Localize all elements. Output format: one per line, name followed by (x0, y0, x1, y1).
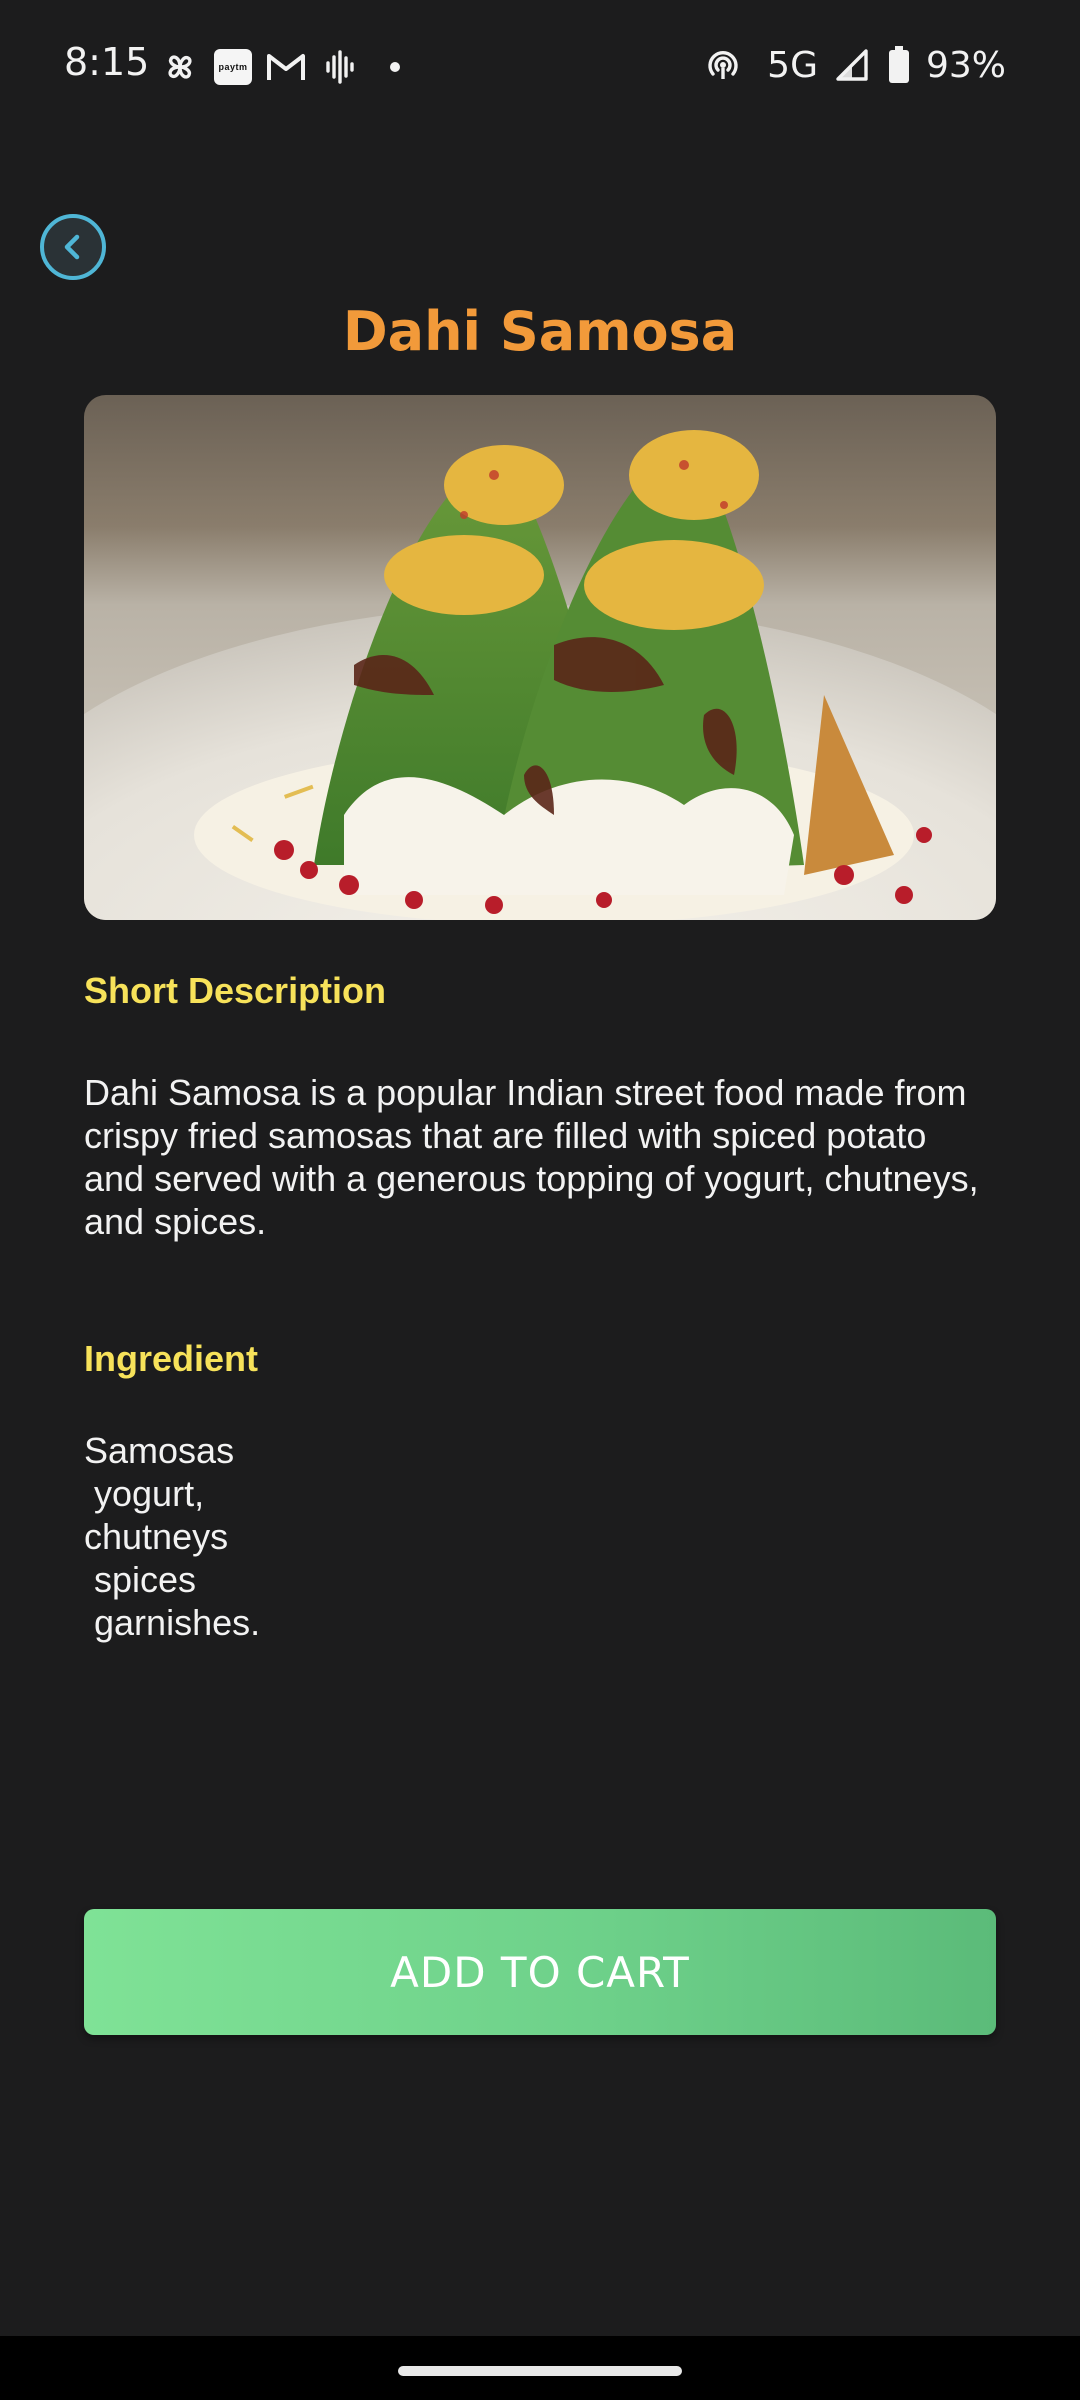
notification-icons: paytm (160, 44, 400, 90)
gmail-icon (266, 47, 306, 87)
back-button[interactable] (40, 214, 106, 280)
audio-wave-icon (320, 47, 360, 87)
food-image (84, 395, 996, 920)
status-time: 8:15 (64, 40, 150, 84)
add-to-cart-button[interactable]: ADD TO CART (84, 1909, 996, 2035)
product-detail-screen: 8:15 paytm 5G 93% Dahi Samosa Short Desc… (0, 0, 1080, 2400)
page-title: Dahi Samosa (342, 300, 738, 363)
gesture-nav-bar (0, 2336, 1080, 2400)
status-bar: 8:15 paytm 5G 93% (0, 0, 1080, 132)
description-heading: Short Description (84, 970, 387, 1011)
notification-dot-icon (390, 62, 400, 72)
hotspot-icon (703, 45, 743, 85)
battery-icon (886, 45, 912, 85)
network-type: 5G (767, 44, 818, 86)
home-handle[interactable] (398, 2366, 682, 2376)
ingredient-list: Samosas yogurt, chutneys spices garnishe… (84, 1430, 261, 1643)
battery-percent: 93% (925, 44, 1006, 86)
ingredient-heading: Ingredient (84, 1338, 259, 1379)
signal-icon (832, 45, 872, 85)
system-icons: 5G 93% (703, 40, 1006, 90)
paytm-icon: paytm (214, 49, 252, 85)
description-text: Dahi Samosa is a popular Indian street f… (84, 1072, 989, 1242)
chevron-left-icon (64, 234, 80, 260)
pinwheel-icon (160, 47, 200, 87)
